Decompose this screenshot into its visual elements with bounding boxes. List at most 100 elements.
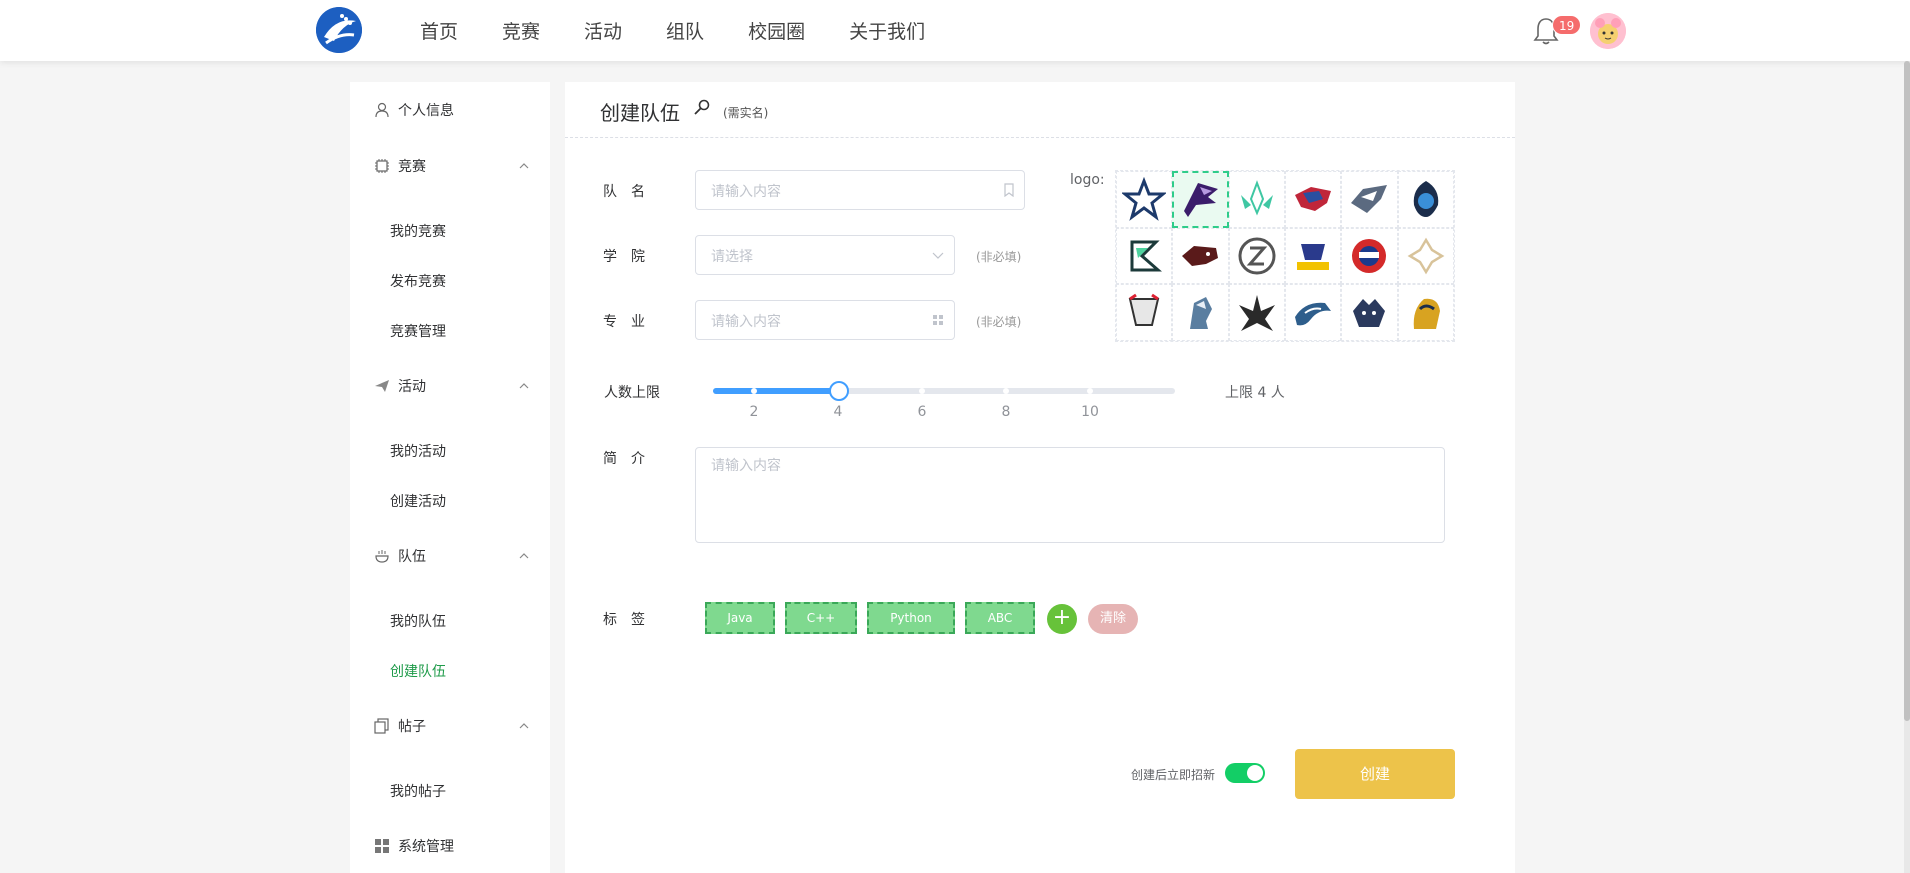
college-placeholder: 请选择 [711, 249, 753, 265]
sidebar-group-team[interactable]: 队伍 [350, 536, 550, 576]
logo-option[interactable] [1341, 227, 1398, 285]
create-button[interactable]: 创建 [1295, 749, 1455, 799]
sidebar-item-label: 创建队伍 [390, 664, 446, 680]
logo-option[interactable] [1228, 227, 1285, 285]
intro-textarea[interactable]: 请输入内容 [695, 447, 1445, 543]
user-icon [374, 102, 390, 118]
sidebar-item-create-activity[interactable]: 创建活动 [350, 481, 550, 521]
sidebar-item-label: 我的队伍 [390, 614, 446, 630]
logo-option[interactable] [1341, 284, 1398, 341]
sidebar-item-system[interactable]: 系统管理 [350, 826, 550, 866]
bookmark-icon [1002, 183, 1016, 197]
tag-java[interactable]: Java [705, 602, 775, 634]
switch-knob [1247, 765, 1263, 781]
team-name-label: 队 名 [603, 184, 645, 200]
sidebar-group-post[interactable]: 帖子 [350, 706, 550, 746]
sidebar-item-label: 我的活动 [390, 444, 446, 460]
logo-option[interactable] [1116, 227, 1173, 285]
tags-label: 标 签 [603, 612, 645, 628]
intro-placeholder: 请输入内容 [711, 458, 781, 474]
nav-about[interactable]: 关于我们 [849, 17, 925, 44]
logo-option[interactable] [1172, 171, 1229, 228]
college-select[interactable]: 请选择 [695, 235, 955, 275]
real-name-note: (需实名) [723, 106, 769, 120]
team-name-input[interactable]: 请输入内容 [695, 170, 1025, 210]
sidebar-group-label: 活动 [398, 379, 426, 395]
logo-option[interactable] [1172, 284, 1229, 341]
sidebar-item-label: 个人信息 [398, 103, 454, 119]
logo-option[interactable] [1284, 171, 1342, 228]
college-label: 学 院 [603, 249, 645, 265]
sidebar-item-my-activity[interactable]: 我的活动 [350, 431, 550, 471]
sidebar-group-label: 队伍 [398, 549, 426, 565]
clear-tags-button[interactable]: 清除 [1088, 604, 1138, 634]
sidebar-group-label: 竞赛 [398, 159, 426, 175]
member-limit-slider[interactable] [713, 381, 1175, 401]
top-header: 首页 竞赛 活动 组队 校园圈 关于我们 19 [0, 0, 1910, 61]
nav-home[interactable]: 首页 [420, 17, 458, 44]
slider-tick-label: 6 [917, 404, 927, 420]
chevron-up-icon [518, 380, 530, 392]
logo-option[interactable] [1341, 171, 1398, 228]
tag-abc[interactable]: ABC [965, 602, 1035, 634]
intro-label: 简 介 [603, 451, 645, 467]
slider-tick-label: 8 [1001, 404, 1011, 420]
major-input[interactable]: 请输入内容 [695, 300, 955, 340]
sidebar-group-competition[interactable]: 竞赛 [350, 146, 550, 186]
recruit-switch[interactable] [1225, 763, 1265, 783]
grid-icon [931, 313, 945, 327]
sidebar-item-manage-competition[interactable]: 竞赛管理 [350, 311, 550, 351]
sidebar-group-label: 帖子 [398, 719, 426, 735]
slider-stop [1003, 388, 1009, 394]
nav-activity[interactable]: 活动 [584, 17, 622, 44]
sidebar-item-label: 我的竞赛 [390, 224, 446, 240]
logo-option[interactable] [1228, 284, 1285, 341]
tag-python[interactable]: Python [867, 602, 955, 634]
sidebar-item-create-team[interactable]: 创建队伍 [350, 651, 550, 691]
nav-campus[interactable]: 校园圈 [748, 17, 805, 44]
sidebar-item-personal[interactable]: 个人信息 [350, 90, 550, 130]
logo-option[interactable] [1284, 284, 1342, 341]
sidebar-item-my-post[interactable]: 我的帖子 [350, 771, 550, 811]
logo-option[interactable] [1397, 171, 1454, 228]
slider-tick-label: 2 [749, 404, 759, 420]
sidebar-item-label: 发布竞赛 [390, 274, 446, 290]
slider-stop [751, 388, 757, 394]
logo-option[interactable] [1116, 284, 1173, 341]
logo-option[interactable] [1228, 171, 1285, 228]
member-limit-readout: 上限 4 人 [1225, 385, 1285, 401]
nav-competition[interactable]: 竞赛 [502, 17, 540, 44]
sidebar-group-activity[interactable]: 活动 [350, 366, 550, 406]
panel-header: 创建队伍 (需实名) [565, 82, 1515, 138]
nav-team[interactable]: 组队 [666, 17, 704, 44]
scrollbar-thumb[interactable] [1904, 61, 1910, 721]
logo-picker [1115, 170, 1455, 342]
page-scrollbar[interactable] [1904, 61, 1910, 873]
chevron-up-icon [518, 720, 530, 732]
logo-option[interactable] [1397, 227, 1454, 285]
major-placeholder: 请输入内容 [711, 314, 781, 330]
chevron-up-icon [518, 160, 530, 172]
page-title: 创建队伍 [600, 101, 680, 125]
add-tag-button[interactable]: + [1047, 604, 1077, 634]
sidebar-item-label: 创建活动 [390, 494, 446, 510]
sidebar-item-my-team[interactable]: 我的队伍 [350, 601, 550, 641]
sidebar: 个人信息 竞赛 我的竞赛 发布竞赛 竞赛管理 活动 我的活动 创建活动 队伍 我… [350, 82, 550, 873]
logo-option[interactable] [1397, 284, 1454, 341]
slider-stop [919, 388, 925, 394]
logo-option[interactable] [1172, 227, 1229, 285]
sidebar-item-my-competition[interactable]: 我的竞赛 [350, 211, 550, 251]
major-optional-note: (非必填) [976, 315, 1022, 329]
logo-option[interactable] [1284, 227, 1342, 285]
tag-cpp[interactable]: C++ [785, 602, 857, 634]
slider-handle[interactable] [829, 381, 849, 401]
team-name-placeholder: 请输入内容 [711, 184, 781, 200]
avatar[interactable] [1590, 13, 1626, 49]
logo-option[interactable] [1116, 171, 1173, 228]
slider-tick-label: 10 [1081, 404, 1099, 420]
recruit-switch-label: 创建后立即招新 [1131, 768, 1216, 782]
sidebar-item-publish-competition[interactable]: 发布竞赛 [350, 261, 550, 301]
sidebar-item-label: 竞赛管理 [390, 324, 446, 340]
logo-label: logo: [1070, 172, 1105, 188]
site-logo[interactable] [316, 7, 362, 53]
